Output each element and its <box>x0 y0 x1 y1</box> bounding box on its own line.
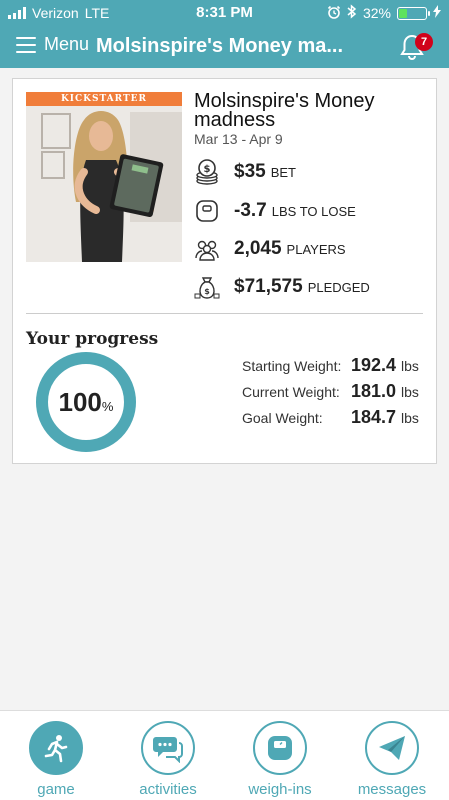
app-header: Verizon LTE 8:31 PM 32% Menu Molsinspire… <box>0 0 449 68</box>
game-image <box>26 92 182 262</box>
goal-weight-value: 184.7 <box>350 407 396 427</box>
progress-title: Your progress <box>26 329 159 349</box>
battery-percent: 32% <box>362 5 391 21</box>
nav-bar: Menu Molsinspire's Money ma... 7 <box>0 26 449 68</box>
game-dates: Mar 13 - Apr 9 <box>194 131 283 147</box>
tab-weigh-ins-circle <box>253 721 307 775</box>
tab-game[interactable]: game <box>11 721 101 798</box>
starting-weight-value: 192.4 <box>350 355 396 375</box>
tab-activities[interactable]: activities <box>123 721 213 798</box>
tab-game-label: game <box>37 781 75 798</box>
current-weight-value: 181.0 <box>350 381 396 401</box>
svg-text:$: $ <box>204 287 210 296</box>
svg-text:$: $ <box>204 164 211 175</box>
weights-list: Starting Weight: 192.4 lbs Current Weigh… <box>242 355 419 433</box>
progress-percent-value: 100 <box>58 386 102 417</box>
players-icon <box>195 240 219 261</box>
battery-icon <box>397 6 430 20</box>
stat-pledged: $ $71,575 PLEDGED <box>194 274 370 300</box>
tab-messages[interactable]: messages <box>347 721 437 798</box>
tab-messages-label: messages <box>357 781 427 798</box>
players-label: PLAYERS <box>286 241 346 257</box>
bluetooth-icon <box>347 4 357 22</box>
scale-icon <box>268 736 292 760</box>
menu-label: Menu <box>44 34 90 54</box>
bet-value: $35 <box>234 161 266 182</box>
starting-weight-unit: lbs <box>401 358 419 374</box>
paper-plane-icon <box>379 736 405 760</box>
notifications-button[interactable]: 7 <box>397 31 433 61</box>
progress-percent-sign: % <box>101 398 114 414</box>
tab-activities-label: activities <box>139 781 197 798</box>
pledged-label: PLEDGED <box>307 279 370 295</box>
card-divider <box>26 313 423 314</box>
starting-weight-label: Starting Weight: <box>242 358 342 374</box>
hamburger-icon <box>16 36 36 53</box>
stat-bet: $ $35 BET <box>194 159 296 185</box>
game-photo: KICKSTARTER <box>26 92 182 262</box>
bet-label: BET <box>270 164 296 180</box>
chat-bubbles-icon <box>153 737 183 763</box>
money-bag-icon: $ <box>194 277 220 299</box>
tab-bar: game activities weigh-ins messages <box>0 710 449 800</box>
goal-weight-unit: lbs <box>401 410 419 426</box>
starting-weight-row: Starting Weight: 192.4 lbs <box>242 355 419 381</box>
page-title: Molsinspire's Money ma... <box>96 35 344 57</box>
tab-activities-circle <box>141 721 195 775</box>
notification-badge: 7 <box>415 33 433 51</box>
status-bar: Verizon LTE 8:31 PM 32% <box>0 0 449 26</box>
current-weight-row: Current Weight: 181.0 lbs <box>242 381 419 407</box>
lbs-to-lose-value: -3.7 <box>234 200 267 221</box>
tab-weigh-ins-label: weigh-ins <box>248 781 312 798</box>
tab-weigh-ins[interactable]: weigh-ins <box>235 721 325 798</box>
goal-weight-row: Goal Weight: 184.7 lbs <box>242 407 419 433</box>
players-value: 2,045 <box>234 238 282 259</box>
stat-players: 2,045 PLAYERS <box>194 236 346 262</box>
status-right: 32% <box>327 4 441 22</box>
tab-messages-circle <box>365 721 419 775</box>
tab-game-circle <box>29 721 83 775</box>
current-weight-label: Current Weight: <box>242 384 340 400</box>
menu-button[interactable]: Menu <box>16 34 89 55</box>
game-title: Molsinspire's Money madness <box>194 90 375 131</box>
scale-icon <box>196 200 218 222</box>
coins-icon: $ <box>196 159 218 185</box>
game-card[interactable]: KICKSTARTER Molsinspire's Money madness … <box>12 78 437 464</box>
current-weight-unit: lbs <box>401 384 419 400</box>
goal-weight-label: Goal Weight: <box>242 410 323 426</box>
progress-percent: 100 % <box>34 350 138 454</box>
charging-icon <box>433 5 441 21</box>
kickstarter-banner: KICKSTARTER <box>26 92 182 106</box>
running-person-icon <box>44 735 68 763</box>
alarm-icon <box>327 5 341 22</box>
stat-lbs-to-lose: -3.7 LBS TO LOSE <box>194 198 356 224</box>
pledged-value: $71,575 <box>234 276 303 297</box>
lbs-to-lose-label: LBS TO LOSE <box>271 203 356 219</box>
